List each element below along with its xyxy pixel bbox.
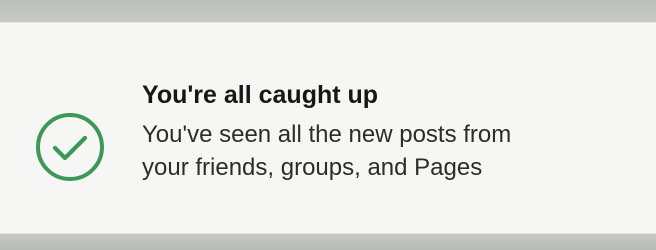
feed-top-divider (0, 0, 656, 22)
caught-up-title: You're all caught up (142, 81, 379, 109)
check-circle-icon (34, 111, 106, 183)
caught-up-card: You're all caught up You've seen all the… (0, 22, 656, 234)
feed-screen: You're all caught up You've seen all the… (0, 0, 656, 250)
feed-bottom-divider (0, 234, 656, 250)
caught-up-message: You've seen all the new posts from your … (142, 121, 512, 181)
caught-up-text: You're all caught up You've seen all the… (142, 80, 622, 184)
